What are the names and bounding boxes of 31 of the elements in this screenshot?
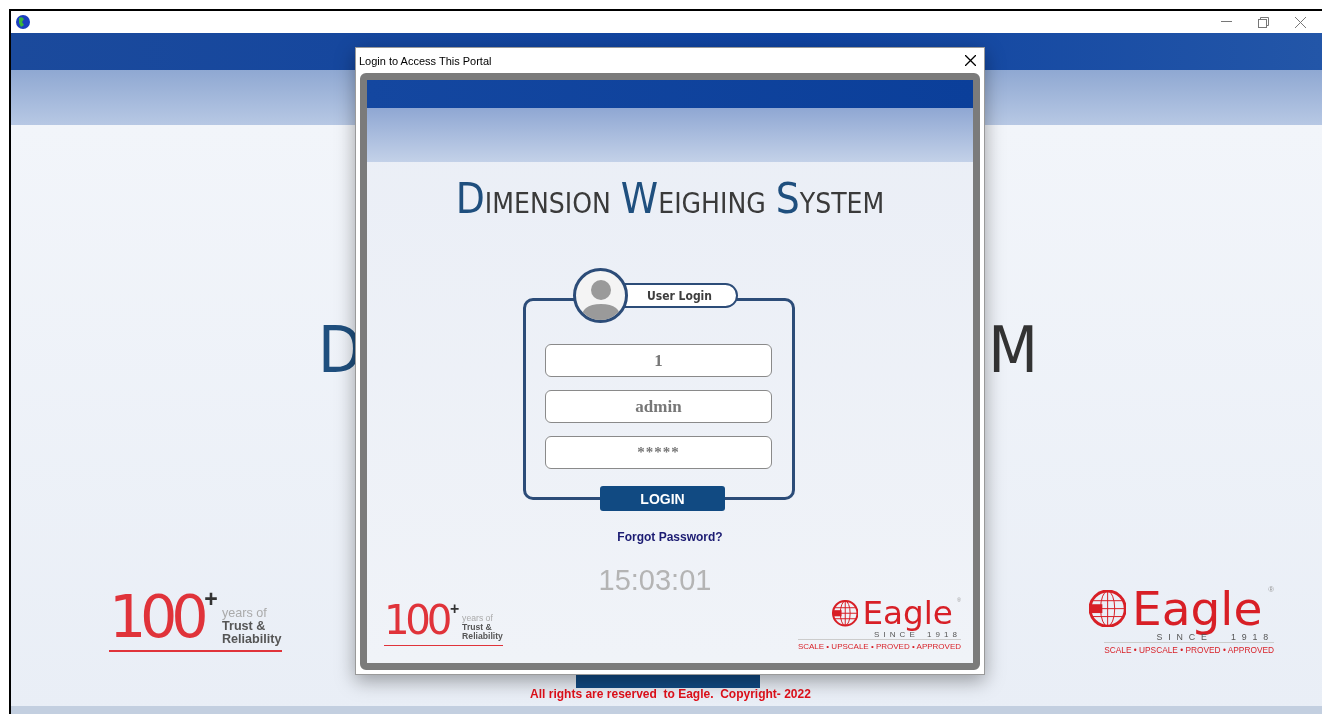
tagline: SCALE • UPSCALE • PROVED • APPROVED — [1104, 642, 1274, 655]
globe-icon — [831, 600, 859, 627]
dialog-title: Login to Access This Portal — [359, 54, 492, 67]
since-year: 1918 — [926, 629, 961, 639]
restore-icon[interactable] — [1258, 16, 1269, 28]
logo-text: years of — [462, 614, 494, 624]
input-field[interactable]: 1 — [545, 344, 772, 377]
logo-number: 100 — [109, 587, 203, 647]
logo-plus: + — [204, 587, 218, 611]
input-field[interactable]: admin — [545, 390, 772, 423]
logo-text: Trust & — [222, 619, 267, 634]
logo-text: Reliability — [222, 633, 282, 647]
brand-name: Eagle — [862, 597, 953, 630]
globe-icon — [15, 14, 31, 30]
tagline: SCALE • UPSCALE • PROVED • APPROVED — [797, 638, 961, 651]
minimize-icon[interactable] — [1221, 21, 1232, 23]
logo-text: Trust & — [462, 623, 492, 633]
login-button[interactable]: LOGIN — [600, 486, 725, 511]
logo-number: 100 — [384, 601, 448, 642]
clock-time: 15:03:01 — [597, 564, 713, 597]
logo-plus: + — [450, 601, 460, 617]
forgot-password-link[interactable]: Forgot Password? — [617, 530, 723, 544]
copyright-text: All rights are reserved to Eagle. Copyright- 2022 — [530, 687, 811, 701]
logo-text: years of — [222, 606, 268, 620]
since-year: 1918 — [1230, 632, 1274, 642]
logo-text: Reliability — [462, 632, 503, 642]
close-icon[interactable] — [965, 55, 976, 66]
background-title-letter: M — [988, 312, 1038, 389]
password-field[interactable]: ***** — [545, 436, 772, 469]
globe-icon — [1088, 589, 1127, 628]
app-title: DIMENSION WEIGHING SYSTEM — [454, 174, 886, 220]
